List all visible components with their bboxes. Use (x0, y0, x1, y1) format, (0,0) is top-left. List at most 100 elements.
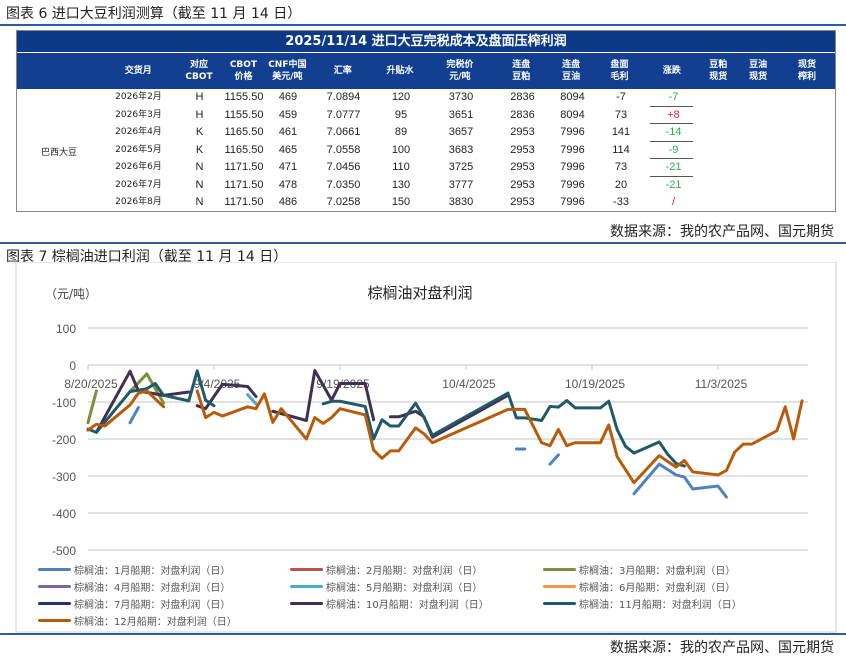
cell-margin: -33 (613, 196, 629, 208)
legend-item: 棕榈油：12月船期：对盘利润（日） (38, 613, 237, 628)
legend-swatch (290, 568, 323, 571)
cell-price: 1165.50 (224, 143, 264, 156)
cell-margin: -7 (616, 91, 626, 103)
legend-label: 棕榈油：1月船期：对盘利润（日） (74, 566, 231, 577)
cell-oil: 7996 (560, 196, 585, 208)
y-tick-label: -500 (52, 544, 76, 558)
column-header: 连盘 豆粕 (512, 60, 531, 82)
table-row: 2026年4月 K 1165.50 461 7.0661 89 3657 2953 7996 14… (17, 124, 835, 142)
cell-basis: 120 (391, 91, 411, 103)
legend-label: 棕榈油：4月船期：对盘利润（日） (74, 583, 231, 594)
cell-oil: 7996 (560, 178, 585, 191)
cell-basis: 130 (391, 178, 411, 191)
y-tick-label: -400 (52, 507, 76, 521)
cell-meal: 2953 (510, 161, 535, 173)
divider (0, 633, 846, 635)
cell-month: 2026年2月 (115, 92, 162, 102)
legend-swatch (38, 602, 71, 605)
cell-basis: 110 (392, 161, 410, 173)
column-header: 豆粕 现货 (709, 60, 728, 82)
legend-item: 棕榈油：7月船期：对盘利润（日） (38, 596, 230, 611)
legend-swatch (543, 585, 576, 588)
column-header: 完税价 元/吨 (446, 60, 474, 82)
cell-cbot: K (195, 143, 204, 156)
cell-month: 2026年5月 (115, 144, 162, 155)
cell-cbot: H (195, 108, 204, 121)
cell-basis: 150 (391, 196, 411, 208)
cell-month: 2026年8月 (115, 197, 162, 207)
cell-price: 1171.50 (224, 196, 264, 208)
legend-item: 棕榈油：6月船期：对盘利润（日） (543, 579, 735, 594)
legend-item: 棕榈油：1月船期：对盘利润（日） (38, 562, 230, 577)
cell-change: -21 (646, 159, 701, 177)
legend-swatch (290, 602, 323, 605)
cell-oil: 8094 (560, 91, 585, 103)
legend-item: 棕榈油：4月船期：对盘利润（日） (38, 579, 230, 594)
cell-duty: 3657 (448, 126, 474, 138)
cell-month: 2026年3月 (115, 109, 162, 120)
cell-change: -21 (665, 178, 682, 191)
cell-fx: 7.0558 (326, 143, 361, 156)
column-header: 连盘 豆油 (562, 60, 581, 82)
x-tick-label: 10/19/2025 (565, 377, 625, 391)
y-tick-label: 100 (56, 322, 76, 336)
soybean-import-profit-table: 2025/11/14 进口大豆完税成本及盘面压榨利润 交货月 对应 CBOT CBO… (16, 30, 836, 212)
cell-meal: 2953 (510, 143, 535, 156)
legend-label: 棕榈油：10月船期：对盘利润（日） (326, 600, 489, 611)
cell-margin: 73 (614, 161, 628, 173)
y-axis-unit: （元/吨） (45, 287, 97, 301)
cell-fx: 7.0456 (326, 161, 361, 173)
column-header: 对应 CBOT (185, 60, 213, 82)
chart-title: 棕榈油对盘利润 (367, 284, 472, 302)
table-body: 巴西大豆 2026年2月 H 1155.50 469 7.0894 120 3730 2836… (17, 89, 835, 213)
cell-meal: 2836 (510, 91, 535, 103)
cell-cnf: 459 (278, 108, 298, 121)
cell-oil: 7996 (560, 161, 585, 173)
divider (0, 24, 846, 26)
table-row: 2026年5月 K 1165.50 465 7.0558 100 3683 2953 7996 1… (17, 142, 835, 160)
cell-basis: 89 (394, 126, 408, 138)
legend-swatch (38, 585, 71, 588)
cell-basis: 95 (394, 108, 408, 121)
cell-cbot: N (195, 161, 204, 173)
cell-oil: 8094 (560, 108, 585, 121)
y-tick-label: -100 (52, 396, 76, 410)
table-section-title: 图表 6 进口大豆利润测算（截至 11 月 14 日） (6, 6, 302, 22)
y-tick-label: 0 (69, 359, 76, 373)
table-row: 2026年2月 H 1155.50 469 7.0894 120 3730 2836 8094 -… (17, 89, 835, 107)
cell-duty: 3725 (448, 161, 474, 173)
cell-cbot: H (195, 91, 204, 103)
cell-price: 1171.50 (224, 161, 264, 173)
cell-month: 2026年6月 (115, 162, 162, 172)
cell-cnf: 461 (278, 126, 298, 138)
cell-duty: 3830 (448, 196, 474, 208)
table-row: 2026年8月 N 1171.50 486 7.0258 150 3830 2953 7996 -… (17, 194, 835, 212)
y-tick-label: -300 (52, 470, 76, 484)
cell-cnf: 469 (278, 91, 298, 103)
cell-oil: 7996 (560, 143, 585, 156)
legend-item: 棕榈油：11月船期：对盘利润（日） (543, 596, 742, 611)
cell-cbot: N (195, 178, 204, 191)
cell-cnf: 471 (278, 161, 298, 173)
cell-cbot: N (195, 196, 204, 208)
column-header: 交货月 (124, 66, 152, 76)
table-title: 2025/11/14 进口大豆完税成本及盘面压榨利润 (17, 31, 835, 53)
cell-meal: 2953 (510, 196, 535, 208)
y-tick-label: -200 (52, 433, 76, 447)
column-header: 盘面 毛利 (610, 60, 629, 82)
table-header: 交货月 对应 CBOT CBOT 价格 CNF中国 美元/吨 汇率 升贴水 完税价 元/吨 连… (17, 53, 835, 89)
cell-duty: 3651 (448, 108, 474, 121)
legend-label: 棕榈油：12月船期：对盘利润（日） (74, 617, 237, 628)
legend-label: 棕榈油：3月船期：对盘利润（日） (579, 566, 736, 577)
cell-month: 2026年4月 (115, 127, 162, 137)
cell-fx: 7.0777 (326, 108, 361, 121)
legend-label: 棕榈油：11月船期：对盘利润（日） (579, 600, 742, 611)
legend-item: 棕榈油：10月船期：对盘利润（日） (290, 596, 489, 611)
legend-label: 棕榈油：5月船期：对盘利润（日） (326, 583, 483, 594)
legend-swatch (38, 619, 71, 622)
legend-label: 棕榈油：2月船期：对盘利润（日） (326, 566, 483, 577)
column-header (17, 53, 101, 89)
cell-change: -14 (646, 124, 701, 142)
column-header: 豆油 现货 (749, 60, 768, 82)
cell-margin: 20 (614, 178, 628, 191)
